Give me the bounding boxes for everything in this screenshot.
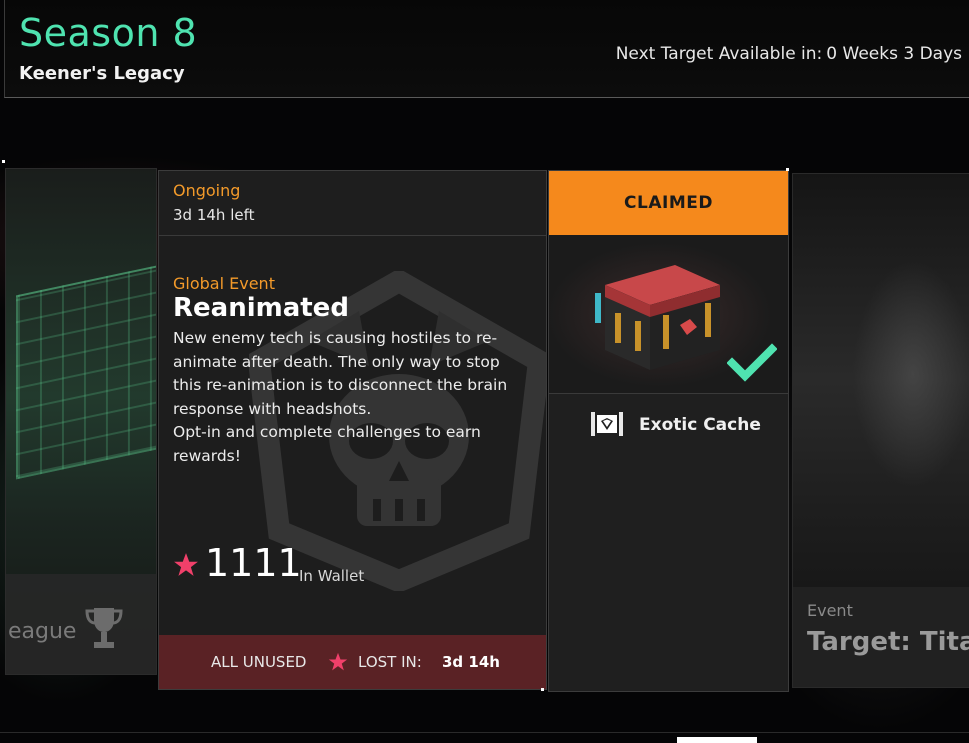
- next-target-timer: Next Target Available in: 0 Weeks 3 Days: [616, 44, 966, 64]
- wallet-amount: 1111: [205, 541, 302, 585]
- divider: [0, 732, 969, 733]
- event-name: Reanimated: [173, 293, 349, 323]
- league-card-title: eague: [8, 619, 77, 644]
- wallet-label: In Wallet: [299, 567, 365, 585]
- lost-in-time: 3d 14h: [442, 653, 500, 671]
- description-line: animate after death. The only way to sto…: [173, 352, 500, 371]
- target-card-type: Event: [807, 601, 853, 620]
- claimed-check-icon: [727, 343, 777, 382]
- event-type: Global Event: [173, 274, 275, 293]
- description-line: Opt-in and complete challenges to earn: [173, 423, 481, 441]
- season-header: Season 8 Keener's Legacy Next Target Ava…: [4, 0, 969, 98]
- description-line: New enemy tech is causing hostiles to re…: [173, 329, 498, 347]
- event-time-left: 3d 14h left: [173, 206, 255, 224]
- next-target-label: Next Target Available in:: [615, 44, 823, 64]
- reward-name: Exotic Cache: [639, 415, 761, 435]
- global-event-card[interactable]: Ongoing 3d 14h left Global Event Reanima…: [158, 170, 547, 690]
- description-line: this re-animation is to disconnect the b…: [173, 376, 508, 394]
- season-subtitle: Keener's Legacy: [19, 63, 185, 84]
- reward-item: Exotic Cache: [549, 409, 788, 441]
- reward-image-area: [549, 235, 788, 394]
- star-currency-icon: [174, 553, 198, 576]
- target-card-art: [803, 204, 969, 584]
- reward-panel[interactable]: CLAIMED Exotic Cache: [548, 170, 789, 692]
- unused-label: ALL UNUSED: [211, 653, 307, 671]
- season-title: Season 8: [19, 11, 198, 55]
- exotic-cache-icon: [591, 412, 623, 436]
- description-line: rewards!: [173, 446, 241, 465]
- description-line: response with headshots.: [173, 399, 372, 418]
- scroll-indicator: [677, 737, 757, 743]
- trophy-icon: [85, 608, 123, 648]
- claimed-status-button[interactable]: CLAIMED: [549, 171, 788, 235]
- event-status-area: Ongoing 3d 14h left: [159, 171, 546, 236]
- frame-corner-marker: [541, 688, 544, 691]
- league-card-art: [16, 262, 156, 480]
- target-event-card[interactable]: Event Target: Titar: [792, 173, 969, 688]
- next-target-value: 0 Weeks 3 Days: [826, 44, 962, 64]
- league-card[interactable]: eague: [5, 168, 157, 675]
- currency-expiry-bar: ALL UNUSED LOST IN: 3d 14h: [159, 635, 546, 689]
- exotic-cache-image: [595, 265, 720, 370]
- event-description: New enemy tech is causing hostiles to re…: [173, 327, 523, 468]
- event-status: Ongoing: [173, 181, 241, 200]
- frame-corner-marker: [786, 168, 789, 171]
- star-currency-icon: [328, 652, 348, 671]
- frame-corner-marker: [2, 160, 5, 163]
- lost-in-label: LOST IN:: [358, 653, 422, 671]
- target-card-title: Target: Titar: [807, 627, 969, 657]
